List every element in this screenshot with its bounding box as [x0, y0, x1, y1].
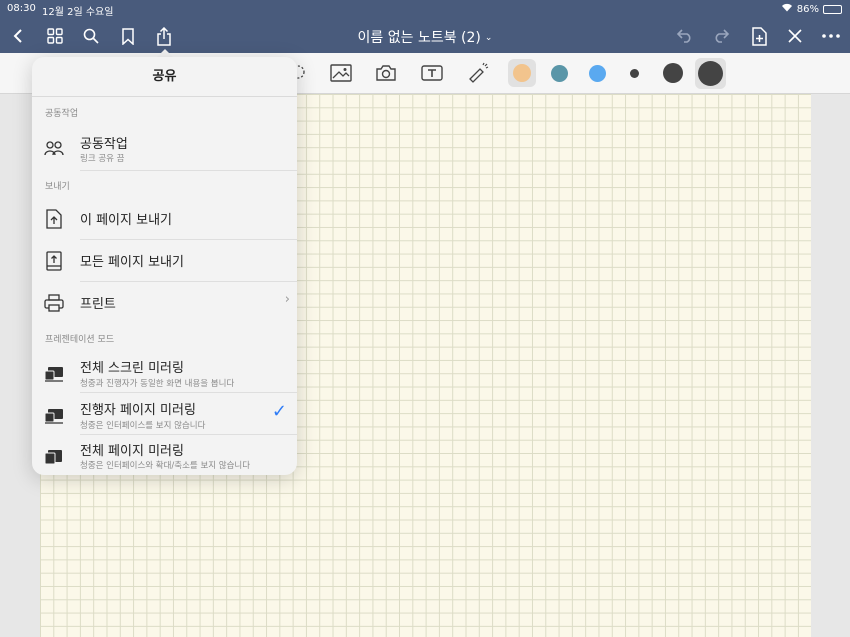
size-swatch-medium[interactable] [663, 63, 683, 83]
collaboration-item[interactable]: 공동작업 링크 공유 끔 [32, 127, 297, 171]
mirror-presenter-title: 진행자 페이지 미러링 [80, 403, 196, 418]
camera-tool[interactable] [374, 61, 398, 85]
top-bar: 08:30 12월 2일 수요일 86% 이름 없는 노트북 (2) ⌄ [0, 0, 850, 53]
color-swatch-sky[interactable] [589, 65, 606, 82]
close-icon [788, 29, 802, 43]
mirror-presenter-item[interactable]: 진행자 페이지 미러링 청중은 인터페이스를 보지 않습니다 ✓ [32, 393, 297, 435]
export-page-item[interactable]: 이 페이지 보내기 [32, 198, 297, 240]
status-bar: 08:30 12월 2일 수요일 86% [0, 0, 850, 18]
print-item[interactable]: 프린트 › [32, 282, 297, 324]
redo-button[interactable] [709, 24, 733, 48]
wifi-icon [781, 3, 793, 15]
laser-pointer-tool[interactable] [466, 61, 490, 85]
document-title-text: 이름 없는 노트북 (2) [357, 30, 481, 46]
undo-button[interactable] [673, 24, 697, 48]
undo-icon [676, 29, 691, 43]
close-tools-button[interactable] [783, 24, 807, 48]
mirror-presenter-subtitle: 청중은 인터페이스를 보지 않습니다 [80, 421, 206, 431]
more-icon [822, 34, 840, 38]
add-page-button[interactable] [747, 24, 771, 48]
laser-pointer-icon [469, 62, 489, 83]
redo-icon [715, 29, 730, 43]
size-swatch-large[interactable] [698, 61, 723, 86]
image-tool[interactable] [329, 61, 353, 85]
text-tool[interactable] [420, 61, 444, 85]
export-page-icon [43, 208, 65, 230]
status-time: 08:30 [7, 3, 36, 14]
mirror-full-title: 전체 스크린 미러링 [80, 361, 184, 376]
export-all-item[interactable]: 모든 페이지 보내기 [32, 240, 297, 282]
printer-icon [43, 292, 65, 314]
section-label-export: 보내기 [45, 182, 70, 192]
mirror-full-subtitle: 청중과 진행자가 동일한 화면 내용을 봅니다 [80, 379, 235, 389]
section-label-collab: 공동작업 [45, 109, 79, 119]
image-icon [330, 64, 352, 82]
pages-display-icon [43, 446, 65, 468]
nav-bar: 이름 없는 노트북 (2) ⌄ [0, 22, 850, 50]
collaboration-title: 공동작업 [80, 137, 128, 152]
popover-title: 공유 [32, 57, 297, 97]
share-popover: 공유 공동작업 공동작업 링크 공유 끔 보내기 이 페이지 보내기 모든 페이… [32, 57, 297, 475]
mirror-all-pages-item[interactable]: 전체 페이지 미러링 청중은 인터페이스와 확대/축소를 보지 않습니다 [32, 435, 297, 475]
export-all-title: 모든 페이지 보내기 [80, 255, 184, 270]
mirror-pages-title: 전체 페이지 미러링 [80, 444, 184, 459]
battery-percent: 86% [796, 3, 819, 15]
collaboration-subtitle: 링크 공유 끔 [80, 154, 125, 164]
status-date: 12월 2일 수요일 [42, 7, 114, 18]
add-page-icon [752, 26, 767, 46]
display-icon [43, 405, 65, 427]
color-swatch-teal[interactable] [551, 65, 568, 82]
section-label-presentation: 프레젠테이션 모드 [45, 335, 115, 345]
text-box-icon [421, 65, 443, 81]
checkmark-icon: ✓ [271, 401, 287, 422]
people-icon [43, 137, 65, 159]
display-icon [43, 363, 65, 385]
divider [80, 170, 297, 171]
print-title: 프린트 [80, 297, 116, 312]
chevron-right-icon: › [284, 292, 290, 307]
color-swatch-peach[interactable] [513, 64, 531, 82]
chevron-down-icon: ⌄ [484, 33, 493, 43]
camera-icon [376, 65, 396, 81]
mirror-pages-subtitle: 청중은 인터페이스와 확대/축소를 보지 않습니다 [80, 461, 251, 471]
status-right: 86% [781, 3, 842, 15]
more-button[interactable] [819, 24, 843, 48]
size-swatch-small[interactable] [630, 69, 639, 78]
export-all-icon [43, 250, 65, 272]
export-page-title: 이 페이지 보내기 [80, 213, 172, 228]
mirror-full-screen-item[interactable]: 전체 스크린 미러링 청중과 진행자가 동일한 화면 내용을 봅니다 [32, 351, 297, 393]
battery-icon [823, 4, 842, 14]
